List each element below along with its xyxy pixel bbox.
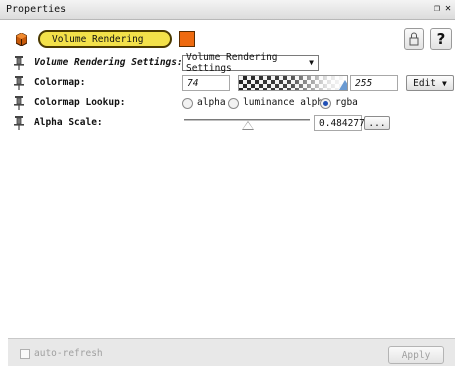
colormap-gradient: [239, 76, 347, 90]
radio-luminance-alpha-label: luminance alpha: [243, 97, 329, 108]
pin-icon[interactable]: [14, 96, 24, 110]
module-name: Volume Rendering: [52, 33, 144, 45]
auto-refresh-label: auto-refresh: [34, 348, 103, 359]
pin-icon[interactable]: [14, 56, 24, 70]
apply-button[interactable]: Apply: [388, 346, 444, 364]
settings-value: Volume Rendering Settings: [186, 52, 278, 74]
radio-alpha-label: alpha: [197, 97, 226, 108]
lookup-label: Colormap Lookup:: [34, 97, 126, 108]
pin-icon[interactable]: [14, 116, 24, 130]
colormap-marker-icon[interactable]: [339, 80, 347, 90]
module-name-pill[interactable]: Volume Rendering: [38, 30, 172, 48]
alpha-scale-value: 0.484277: [319, 117, 365, 129]
radio-alpha[interactable]: [182, 98, 193, 109]
close-icon[interactable]: ✕: [445, 3, 451, 14]
colormap-preview[interactable]: [238, 75, 348, 91]
colormap-min-value: 74: [187, 77, 199, 89]
colormap-label: Colormap:: [34, 77, 86, 88]
edit-label: Edit: [413, 77, 437, 89]
restore-icon[interactable]: ❐: [434, 3, 440, 14]
radio-rgba[interactable]: [320, 98, 331, 109]
dropdown-arrow-icon: ▼: [309, 58, 314, 67]
title-bar: Properties ❐ ✕: [0, 0, 455, 20]
alpha-scale-value-field[interactable]: 0.484277: [314, 115, 365, 131]
slider-thumb[interactable]: [241, 121, 254, 130]
radio-rgba-label: rgba: [335, 97, 358, 108]
panel-footer: auto-refresh Apply: [8, 338, 455, 366]
colormap-max-field[interactable]: 255: [350, 75, 398, 91]
alpha-scale-row: Alpha Scale: 0.484277 ...: [8, 114, 455, 132]
settings-label: Volume Rendering Settings:: [34, 57, 183, 68]
module-color-swatch[interactable]: [179, 31, 195, 47]
colormap-edit-button[interactable]: Edit ▼: [406, 75, 454, 91]
lock-button[interactable]: [404, 28, 424, 50]
alpha-scale-label: Alpha Scale:: [34, 117, 103, 128]
colormap-row: Colormap: 74 255 Edit ▼: [8, 74, 455, 92]
radio-luminance-alpha[interactable]: [228, 98, 239, 109]
help-button[interactable]: ?: [430, 28, 452, 50]
alpha-scale-slider[interactable]: [182, 115, 312, 131]
chevron-down-icon: ▼: [442, 78, 447, 88]
auto-refresh-checkbox[interactable]: [20, 349, 30, 359]
pin-icon[interactable]: [14, 76, 24, 90]
properties-panel: Volume Rendering ? Volume Rendering Sett…: [8, 20, 455, 338]
window-title: Properties: [6, 4, 67, 15]
more-label: ...: [368, 117, 386, 129]
help-icon: ?: [436, 30, 446, 48]
module-header: Volume Rendering ?: [8, 28, 455, 52]
cube-icon: [16, 33, 27, 46]
colormap-min-field[interactable]: 74: [182, 75, 230, 91]
apply-label: Apply: [401, 349, 431, 361]
settings-dropdown[interactable]: Volume Rendering Settings ▼: [182, 52, 319, 74]
lock-icon: [409, 32, 419, 46]
lookup-row: Colormap Lookup: alpha luminance alpha r…: [8, 94, 455, 112]
settings-row: Volume Rendering Settings: Volume Render…: [8, 52, 455, 74]
alpha-scale-more-button[interactable]: ...: [364, 116, 390, 130]
colormap-max-value: 255: [355, 77, 373, 89]
